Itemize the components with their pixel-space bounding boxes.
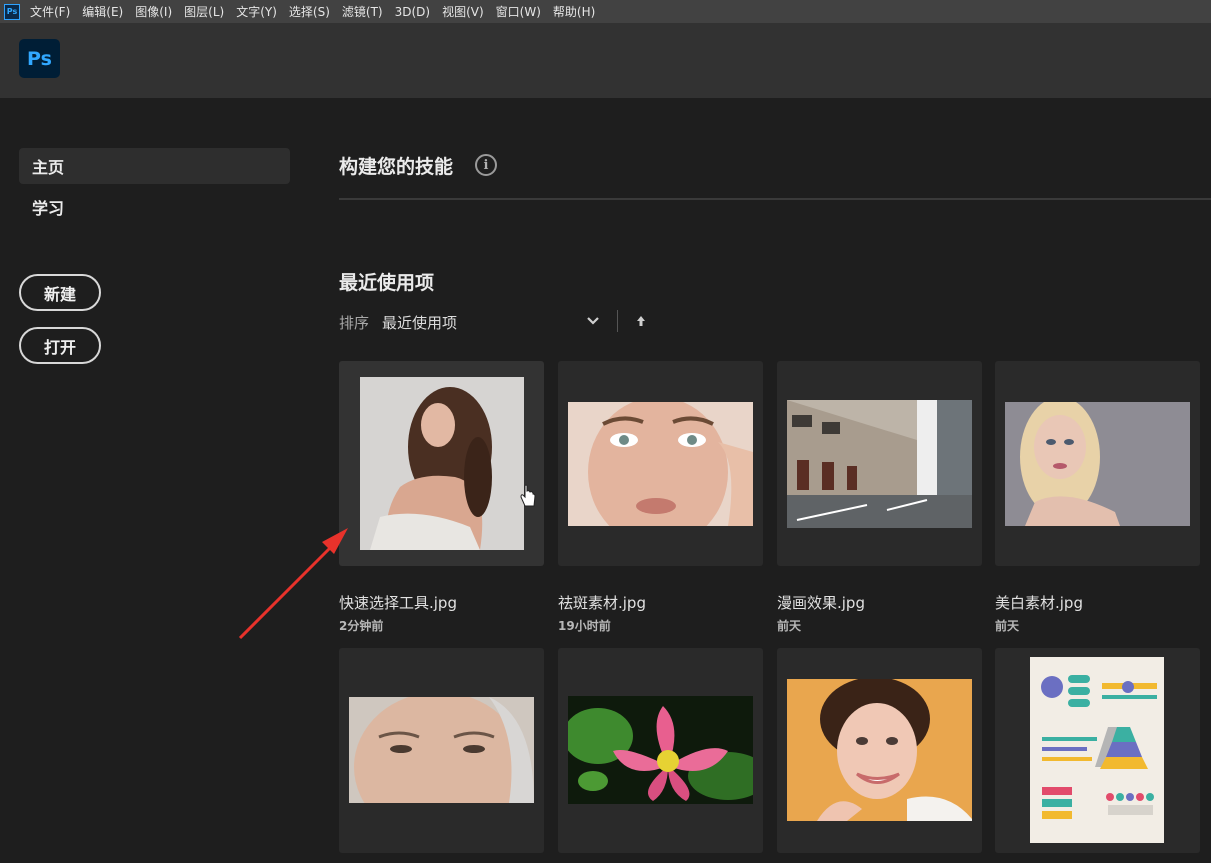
sort-dropdown[interactable]: 最近使用项 [382, 312, 457, 333]
menu-image[interactable]: 图像(I) [135, 3, 172, 20]
portrait-woman-shoulder-image [360, 377, 524, 550]
menu-view[interactable]: 视图(V) [442, 3, 484, 20]
file-thumbnail [349, 697, 534, 803]
file-thumbnail [787, 679, 972, 821]
recent-file-card[interactable] [339, 361, 544, 566]
hand-cursor-icon [520, 484, 536, 507]
menu-help[interactable]: 帮助(H) [553, 3, 595, 20]
street-buildings-image [787, 400, 972, 528]
file-name[interactable]: 美白素材.jpg [995, 592, 1083, 613]
lotus-flower-image [568, 696, 753, 804]
app-header: Ps [0, 23, 1211, 98]
open-button[interactable]: 打开 [19, 327, 101, 364]
section-divider [339, 198, 1211, 200]
file-name[interactable]: 祛斑素材.jpg [558, 592, 646, 613]
file-thumbnail [1005, 402, 1190, 526]
recent-file-card[interactable] [339, 648, 544, 853]
menu-file[interactable]: 文件(F) [30, 3, 70, 20]
skills-title: 构建您的技能 [339, 156, 454, 178]
photoshop-app-icon: Ps [4, 3, 20, 20]
menu-bar: Ps 文件(F) 编辑(E) 图像(I) 图层(L) 文字(Y) 选择(S) 滤… [0, 0, 1211, 23]
menu-filter[interactable]: 滤镜(T) [342, 3, 383, 20]
recent-file-card[interactable] [558, 648, 763, 853]
photoshop-logo: Ps [19, 39, 60, 78]
file-thumbnail [1030, 657, 1164, 843]
menu-layer[interactable]: 图层(L) [184, 3, 224, 20]
file-thumbnail [568, 696, 753, 804]
menu-type[interactable]: 文字(Y) [236, 3, 277, 20]
recent-title: 最近使用项 [339, 272, 435, 294]
file-thumbnail [568, 402, 753, 526]
recent-file-card[interactable] [558, 361, 763, 566]
file-time: 2分钟前 [339, 619, 384, 633]
menu-window[interactable]: 窗口(W) [496, 3, 541, 20]
sort-label: 排序 [339, 314, 370, 332]
file-time: 前天 [777, 619, 802, 633]
recent-file-card[interactable] [777, 361, 982, 566]
info-icon[interactable]: i [475, 154, 497, 176]
face-closeup-freckles-image [568, 402, 753, 526]
file-name[interactable]: 漫画效果.jpg [777, 592, 865, 613]
menu-edit[interactable]: 编辑(E) [82, 3, 123, 20]
file-name[interactable]: 快速选择工具.jpg [339, 592, 457, 613]
menu-select[interactable]: 选择(S) [289, 3, 330, 20]
file-time: 前天 [995, 619, 1020, 633]
infographic-document-image [1030, 657, 1164, 843]
recent-file-card[interactable] [995, 361, 1200, 566]
recent-file-card[interactable] [995, 648, 1200, 853]
sidebar-item-home[interactable]: 主页 [19, 148, 290, 184]
recent-file-card[interactable] [777, 648, 982, 853]
file-thumbnail [360, 377, 524, 550]
file-time: 19小时前 [558, 619, 611, 633]
sort-ascending-arrow-icon[interactable] [635, 313, 647, 329]
blonde-woman-image [1005, 402, 1190, 526]
menu-3d[interactable]: 3D(D) [395, 5, 430, 19]
new-button[interactable]: 新建 [19, 274, 101, 311]
file-thumbnail [787, 400, 972, 528]
sort-separator [617, 310, 618, 332]
smiling-woman-image [787, 679, 972, 821]
elderly-woman-face-image [349, 697, 534, 803]
sidebar-item-learn[interactable]: 学习 [19, 189, 290, 225]
chevron-down-icon[interactable] [585, 313, 601, 329]
